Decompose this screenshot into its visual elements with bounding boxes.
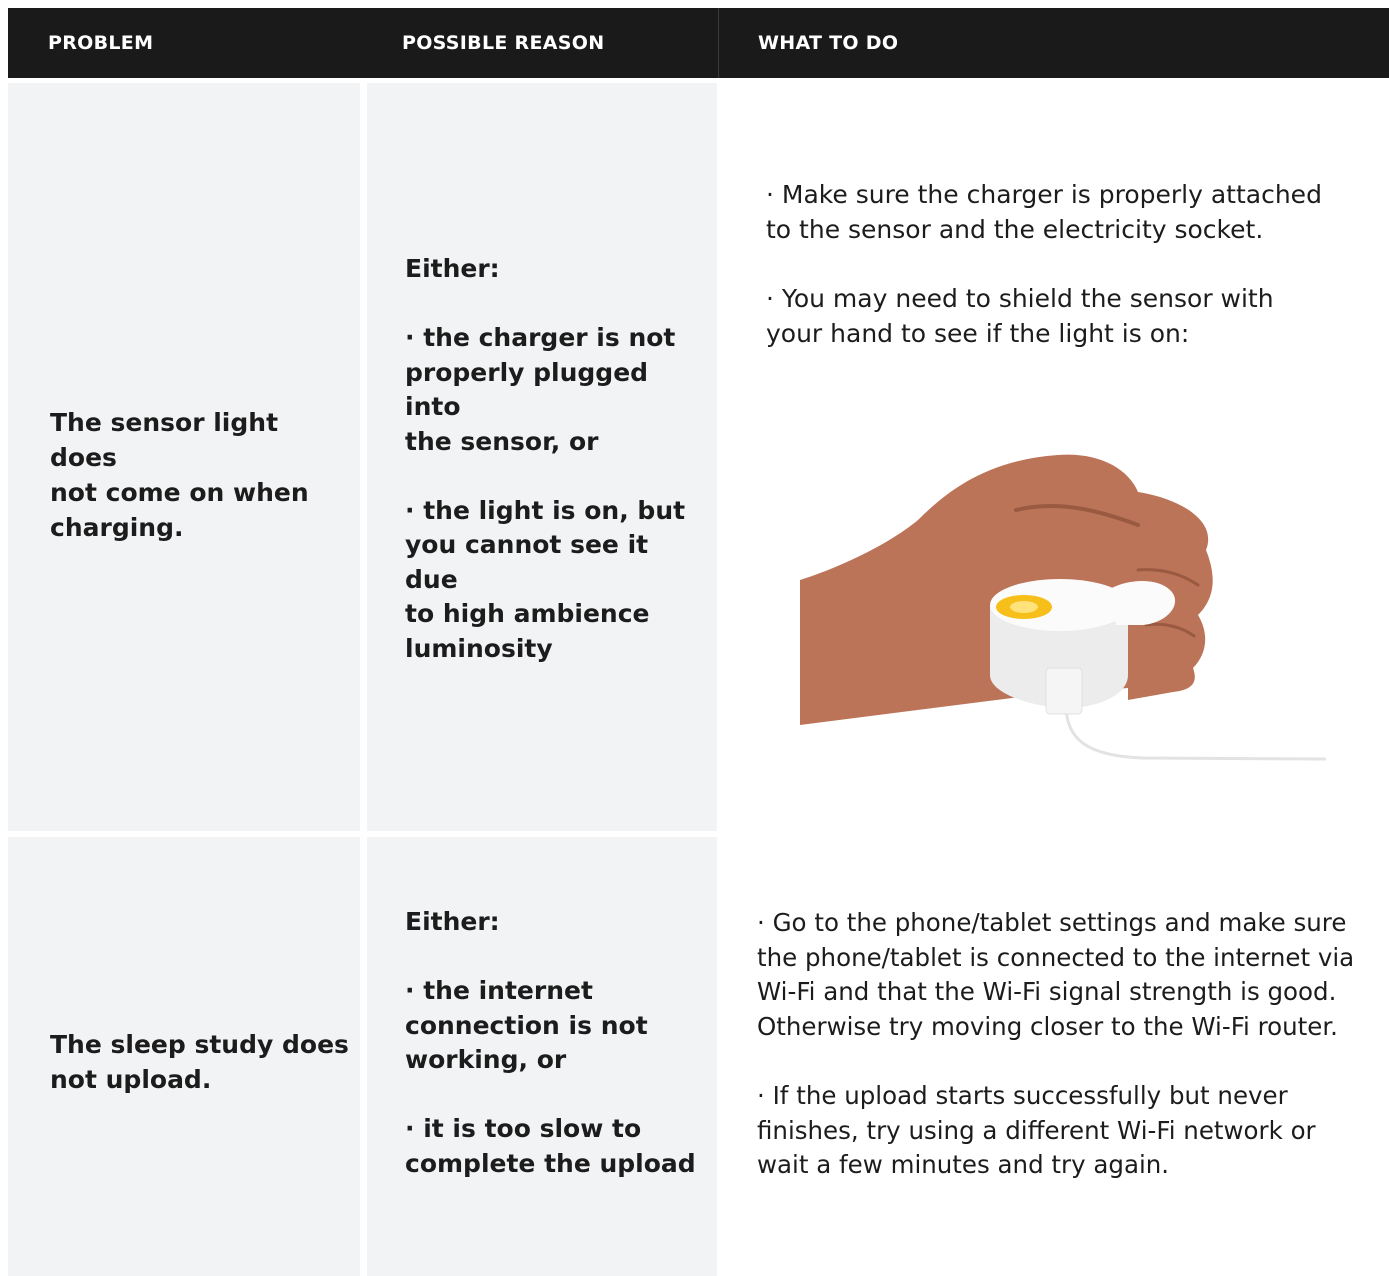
header-problem: PROBLEM: [48, 32, 154, 54]
header-divider: [718, 8, 719, 78]
row-2-todo-text: · Go to the phone/tablet settings and ma…: [757, 908, 1355, 1179]
row-1-problem-text: The sensor light does not come on when c…: [50, 408, 309, 542]
row-2-reason-text: Either: · the internet connection is not…: [405, 907, 696, 1178]
header-possible-reason: POSSIBLE REASON: [402, 32, 605, 54]
row-2-problem-text: The sleep study does not upload.: [50, 1030, 349, 1094]
row-1-todo-text: · Make sure the charger is properly atta…: [766, 180, 1322, 348]
hand-holding-sensor-icon: [800, 454, 1327, 761]
table-header: PROBLEM POSSIBLE REASON WHAT TO DO: [8, 8, 1389, 78]
row-1-reason-text: Either: · the charger is not properly pl…: [405, 254, 686, 663]
header-what-to-do: WHAT TO DO: [758, 32, 899, 54]
